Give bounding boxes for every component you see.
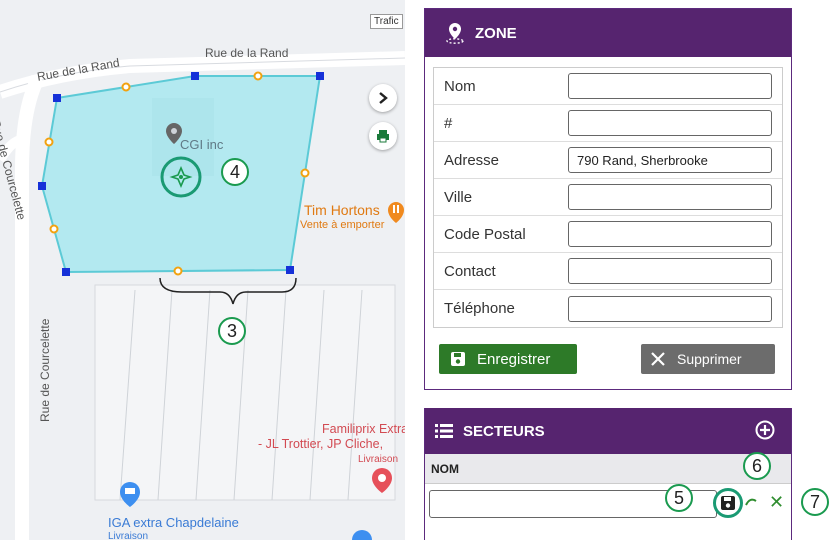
field-row-numero: # [434,105,782,142]
traffic-toggle[interactable]: Trafic [370,14,403,29]
delete-button[interactable]: Supprimer [641,344,775,374]
annotation-5: 5 [665,484,693,512]
field-row-adresse: Adresse [434,142,782,179]
secteurs-title: SECTEURS [463,422,545,440]
annotation-7: 7 [801,488,829,516]
poi-label[interactable]: IGA extra Chapdelaine [108,516,239,529]
zone-panel: ZONE Nom # Adresse Ville Code Postal [424,8,792,390]
vertex-handle[interactable] [38,182,46,190]
field-label: # [444,114,453,132]
grocery-pin-icon [120,482,140,507]
print-icon [377,130,389,143]
ville-input[interactable] [568,184,772,210]
poi-label: - JL Trottier, JP Cliche, [258,437,384,451]
street-label: Rue de la Rand [205,46,289,60]
print-button[interactable] [369,122,397,150]
adresse-input[interactable] [568,147,772,173]
annotation-6: 6 [743,452,771,480]
map-canvas[interactable] [0,0,405,540]
zone-header: ZONE [425,9,791,57]
midpoint-handle[interactable] [253,71,263,81]
save-button[interactable]: Enregistrer [439,344,577,374]
zone-title: ZONE [475,24,517,42]
close-icon [651,352,665,366]
plus-circle-icon [755,420,775,440]
midpoint-handle[interactable] [173,266,183,276]
field-label: Adresse [444,151,500,169]
column-header-nom[interactable]: NOM [425,454,791,484]
midpoint-handle[interactable] [49,224,59,234]
field-label: Contact [444,262,496,280]
poi-sublabel: Livraison [108,531,149,540]
midpoint-handle[interactable] [300,168,310,178]
poi-sublabel: Vente à emporter [300,219,385,231]
midpoint-handle[interactable] [44,137,54,147]
field-label: Téléphone [444,300,515,317]
vertex-handle[interactable] [316,72,324,80]
field-row-telephone: Téléphone [434,290,782,327]
contact-input[interactable] [568,258,772,284]
poi-sublabel: Livraison [358,454,399,465]
field-row-contact: Contact [434,253,782,290]
telephone-input[interactable] [568,295,772,322]
annotation-3: 3 [218,317,246,345]
field-row-code-postal: Code Postal [434,216,782,253]
secteurs-header: SECTEURS [425,408,791,454]
code-postal-input[interactable] [568,221,772,247]
expand-button[interactable] [369,84,397,112]
zone-form: Nom # Adresse Ville Code Postal Contact [433,67,783,328]
field-row-nom: Nom [434,68,782,105]
floppy-disk-icon [721,496,735,510]
numero-input[interactable] [568,110,772,136]
vertex-handle[interactable] [62,268,70,276]
chevron-right-icon [379,92,388,104]
midpoint-handle[interactable] [121,82,131,92]
restaurant-pin-icon [388,202,404,223]
list-icon [435,424,453,438]
add-secteur-button[interactable] [753,418,777,442]
zone-polygon[interactable] [40,75,322,274]
poi-label[interactable]: Familiprix Extra [322,423,405,436]
map-view[interactable]: Trafic Rue de la Rand Rue de la Rand Rue… [0,0,405,540]
vertex-handle[interactable] [53,94,61,102]
floppy-disk-icon [451,352,465,366]
poi-label[interactable]: CGI inc [180,138,223,151]
save-secteur-button[interactable] [713,488,743,518]
field-row-ville: Ville [434,179,782,216]
vertex-handle[interactable] [286,266,294,274]
vertex-handle[interactable] [191,72,199,80]
delete-label: Supprimer [677,351,742,367]
undo-secteur-button[interactable] [743,492,759,512]
cancel-secteur-button[interactable]: ✕ [769,492,784,512]
poi-label[interactable]: Tim Hortons [304,203,380,217]
field-label: Ville [444,188,473,206]
save-label: Enregistrer [477,350,551,368]
street-label: Rue de Courcelette [38,318,52,422]
secteurs-panel: SECTEURS NOM 5 6 ✕ [424,408,792,540]
field-label: Code Postal [444,225,526,243]
location-zone-icon [445,22,465,44]
undo-icon [745,498,757,506]
nom-input[interactable] [568,73,772,99]
field-label: Nom [444,77,476,95]
annotation-4: 4 [221,158,249,186]
